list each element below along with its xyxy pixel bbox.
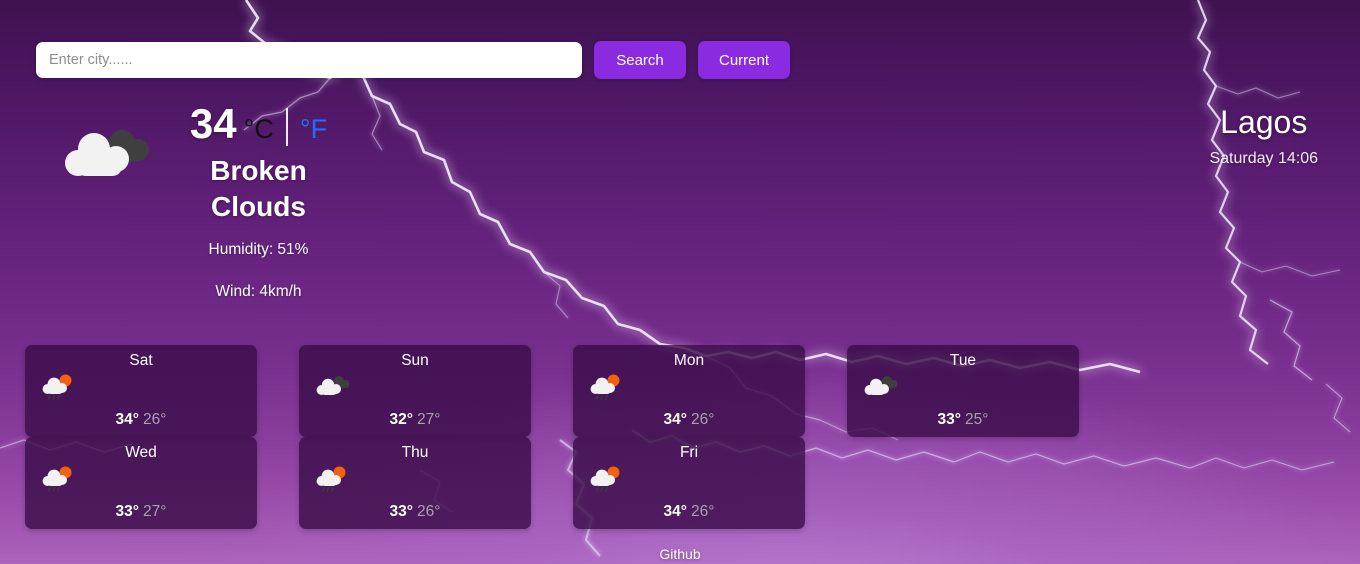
forecast-day-label: Sun bbox=[401, 352, 429, 369]
wind-value: Wind: 4km/h bbox=[215, 282, 302, 300]
github-link[interactable]: Github bbox=[0, 546, 1360, 562]
forecast-temperatures: 33° 26° bbox=[299, 503, 531, 521]
weather-description: Broken Clouds bbox=[210, 155, 307, 222]
forecast-day-label: Tue bbox=[949, 352, 977, 369]
forecast-low-temp: 27° bbox=[417, 411, 441, 428]
forecast-high-temp: 34° bbox=[663, 503, 687, 520]
forecast-card[interactable]: Sat 34° 26° bbox=[25, 345, 257, 437]
forecast-card[interactable]: Fri 34° 26° bbox=[573, 437, 805, 529]
sun-cloud-rain-icon bbox=[316, 464, 350, 494]
forecast-low-temp: 26° bbox=[691, 503, 715, 520]
forecast-day-label: Wed bbox=[125, 444, 157, 461]
sun-cloud-rain-icon bbox=[590, 372, 624, 402]
forecast-high-temp: 33° bbox=[115, 503, 139, 520]
forecast-temperatures: 34° 26° bbox=[25, 411, 257, 429]
current-readout: 34 °C °F Broken Clouds Humidity: 51% Win… bbox=[156, 103, 361, 301]
forecast-card[interactable]: Tue 33° 25° bbox=[847, 345, 1079, 437]
current-location-button[interactable]: Current bbox=[698, 41, 790, 79]
forecast-high-temp: 32° bbox=[389, 411, 413, 428]
weather-app-root: Search Current bbox=[0, 0, 1360, 564]
forecast-temperatures: 33° 27° bbox=[25, 503, 257, 521]
forecast-card[interactable]: Wed 33° 27° bbox=[25, 437, 257, 529]
forecast-low-temp: 26° bbox=[691, 411, 715, 428]
search-bar: Search Current bbox=[36, 41, 790, 79]
forecast-low-temp: 25° bbox=[965, 411, 989, 428]
forecast-temperatures: 34° 26° bbox=[573, 411, 805, 429]
forecast-low-temp: 26° bbox=[417, 503, 441, 520]
current-weather-icon bbox=[60, 117, 152, 191]
broken-clouds-icon bbox=[316, 372, 350, 402]
unit-fahrenheit-toggle[interactable]: °F bbox=[300, 116, 327, 143]
forecast-high-temp: 33° bbox=[389, 503, 413, 520]
forecast-card[interactable]: Thu 33° 26° bbox=[299, 437, 531, 529]
broken-clouds-icon bbox=[864, 372, 898, 402]
forecast-card[interactable]: Mon 34° 26° bbox=[573, 345, 805, 437]
sun-cloud-rain-icon bbox=[590, 464, 624, 494]
sun-cloud-rain-icon bbox=[42, 372, 76, 402]
forecast-high-temp: 34° bbox=[663, 411, 687, 428]
current-temperature: 34 bbox=[189, 100, 237, 147]
current-weather-panel: 34 °C °F Broken Clouds Humidity: 51% Win… bbox=[60, 103, 361, 301]
unit-celsius-toggle[interactable]: °C bbox=[244, 116, 274, 143]
forecast-low-temp: 27° bbox=[143, 503, 167, 520]
humidity-value: Humidity: 51% bbox=[208, 240, 309, 258]
forecast-card-list: Sat 34° 26° Sun 32° 27° Mon 34° 26° Tue 33° 25° Wed 3… bbox=[25, 345, 1335, 529]
forecast-day-label: Thu bbox=[401, 444, 429, 461]
forecast-low-temp: 26° bbox=[143, 411, 167, 428]
forecast-day-label: Mon bbox=[673, 352, 705, 369]
forecast-temperatures: 32° 27° bbox=[299, 411, 531, 429]
forecast-high-temp: 34° bbox=[115, 411, 139, 428]
temperature-row: 34 °C °F bbox=[190, 103, 327, 151]
unit-divider bbox=[285, 108, 288, 146]
sun-cloud-rain-icon bbox=[42, 464, 76, 494]
forecast-temperatures: 34° 26° bbox=[573, 503, 805, 521]
forecast-high-temp: 33° bbox=[937, 411, 961, 428]
city-name: Lagos bbox=[1220, 104, 1308, 140]
search-button[interactable]: Search bbox=[594, 41, 686, 79]
location-panel: Lagos Saturday 14:06 bbox=[1209, 104, 1318, 168]
forecast-temperatures: 33° 25° bbox=[847, 411, 1079, 429]
forecast-day-label: Fri bbox=[679, 444, 699, 461]
forecast-day-label: Sat bbox=[129, 352, 153, 369]
city-search-input[interactable] bbox=[36, 42, 582, 78]
local-datetime: Saturday 14:06 bbox=[1209, 150, 1318, 168]
forecast-card[interactable]: Sun 32° 27° bbox=[299, 345, 531, 437]
